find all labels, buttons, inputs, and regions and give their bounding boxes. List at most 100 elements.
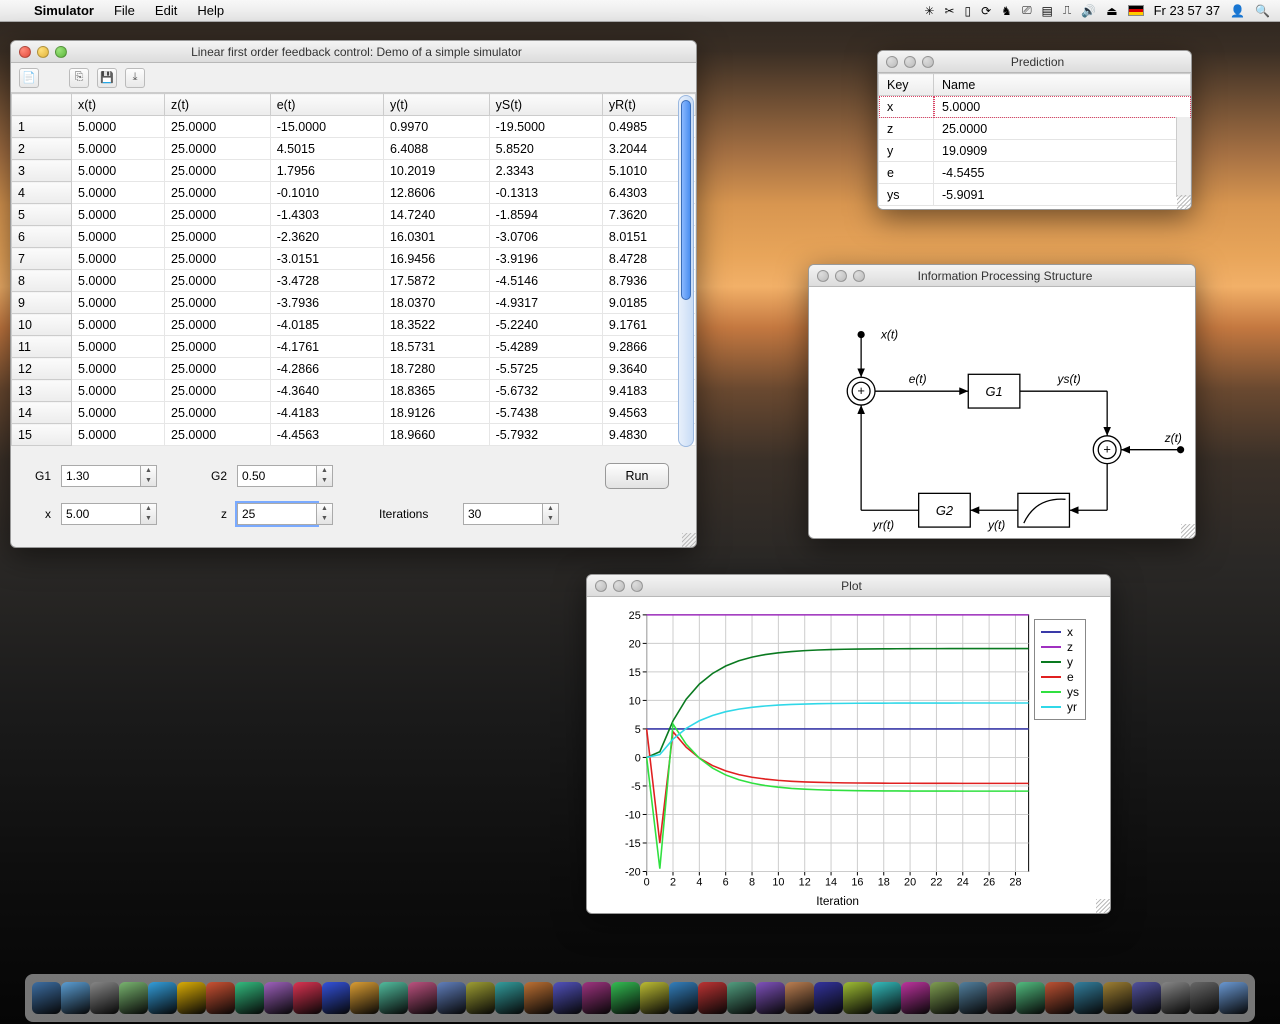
vertical-scrollbar[interactable]	[1176, 117, 1190, 197]
dock-app-icon[interactable]	[1074, 982, 1103, 1014]
menu-help[interactable]: Help	[187, 3, 234, 18]
titlebar[interactable]: Information Processing Structure	[809, 265, 1195, 287]
menuextra-icon[interactable]: ▤	[1042, 4, 1053, 18]
column-header[interactable]: yS(t)	[489, 94, 602, 116]
export-button[interactable]: ⤓	[125, 68, 145, 88]
user-icon[interactable]: 👤	[1230, 4, 1245, 18]
minimize-button[interactable]	[37, 46, 49, 58]
zoom-button[interactable]	[853, 270, 865, 282]
table-row[interactable]: 115.000025.0000-4.176118.5731-5.42899.28…	[12, 336, 696, 358]
dock-app-icon[interactable]	[727, 982, 756, 1014]
dock-app-icon[interactable]	[611, 982, 640, 1014]
app-menu[interactable]: Simulator	[24, 3, 104, 18]
table-row[interactable]: z25.0000	[879, 118, 1191, 140]
column-header[interactable]: z(t)	[165, 94, 271, 116]
dock-app-icon[interactable]	[1161, 982, 1190, 1014]
dock-app-icon[interactable]	[466, 982, 495, 1014]
column-header[interactable]: e(t)	[270, 94, 383, 116]
table-row[interactable]: 85.000025.0000-3.472817.5872-4.51468.793…	[12, 270, 696, 292]
dock-app-icon[interactable]	[843, 982, 872, 1014]
dock-app-icon[interactable]	[495, 982, 524, 1014]
dock-app-icon[interactable]	[640, 982, 669, 1014]
column-header[interactable]: x(t)	[72, 94, 165, 116]
dock-app-icon[interactable]	[437, 982, 466, 1014]
table-row[interactable]: ys-5.9091	[879, 184, 1191, 206]
g2-input[interactable]	[237, 465, 317, 487]
table-row[interactable]: 125.000025.0000-4.286618.7280-5.57259.36…	[12, 358, 696, 380]
dock-app-icon[interactable]	[987, 982, 1016, 1014]
dock-app-icon[interactable]	[322, 982, 351, 1014]
menuextra-icon[interactable]: ✂	[944, 4, 954, 18]
resize-handle[interactable]	[1177, 195, 1191, 209]
column-header[interactable]: y(t)	[383, 94, 489, 116]
menuextra-icon[interactable]: ⎍	[1063, 3, 1071, 18]
input-flag-icon[interactable]	[1128, 5, 1144, 16]
dock-app-icon[interactable]	[698, 982, 727, 1014]
table-row[interactable]: 105.000025.0000-4.018518.3522-5.22409.17…	[12, 314, 696, 336]
menuextra-icon[interactable]: ⟳	[981, 4, 991, 18]
dock-app-icon[interactable]	[177, 982, 206, 1014]
table-row[interactable]: 45.000025.0000-0.101012.8606-0.13136.430…	[12, 182, 696, 204]
menuextra-icon[interactable]: ⎚	[1022, 3, 1032, 18]
save-button[interactable]: 💾	[97, 68, 117, 88]
dock-app-icon[interactable]	[32, 982, 61, 1014]
table-row[interactable]: y19.0909	[879, 140, 1191, 162]
dock-app-icon[interactable]	[872, 982, 901, 1014]
iterations-input[interactable]	[463, 503, 543, 525]
minimize-button[interactable]	[904, 56, 916, 68]
menuextra-icon[interactable]: ✳	[924, 4, 934, 18]
eject-icon[interactable]: ⏏	[1106, 4, 1117, 18]
resize-handle[interactable]	[1096, 899, 1110, 913]
dock-app-icon[interactable]	[408, 982, 437, 1014]
minimize-button[interactable]	[835, 270, 847, 282]
dock-app-icon[interactable]	[61, 982, 90, 1014]
table-row[interactable]: 65.000025.0000-2.362016.0301-3.07068.015…	[12, 226, 696, 248]
menuextra-icon[interactable]: ▯	[965, 4, 972, 18]
x-stepper[interactable]: ▲▼	[141, 503, 157, 525]
zoom-button[interactable]	[55, 46, 67, 58]
new-doc-button[interactable]: 📄	[19, 68, 39, 88]
titlebar[interactable]: Plot	[587, 575, 1110, 597]
table-row[interactable]: 145.000025.0000-4.418318.9126-5.74389.45…	[12, 402, 696, 424]
dock-app-icon[interactable]	[293, 982, 322, 1014]
volume-icon[interactable]: 🔊	[1081, 4, 1096, 18]
dock-app-icon[interactable]	[1132, 982, 1161, 1014]
z-stepper[interactable]: ▲▼	[317, 503, 333, 525]
dock-app-icon[interactable]	[1016, 982, 1045, 1014]
menu-file[interactable]: File	[104, 3, 145, 18]
dock-app-icon[interactable]	[350, 982, 379, 1014]
iterations-stepper[interactable]: ▲▼	[543, 503, 559, 525]
dock-app-icon[interactable]	[669, 982, 698, 1014]
x-input[interactable]	[61, 503, 141, 525]
vertical-scrollbar[interactable]	[678, 95, 694, 447]
g2-stepper[interactable]: ▲▼	[317, 465, 333, 487]
table-row[interactable]: 75.000025.0000-3.015116.9456-3.91968.472…	[12, 248, 696, 270]
dock-app-icon[interactable]	[1045, 982, 1074, 1014]
close-button[interactable]	[886, 56, 898, 68]
zoom-button[interactable]	[631, 580, 643, 592]
dock-app-icon[interactable]	[756, 982, 785, 1014]
column-header[interactable]: Key	[879, 74, 934, 96]
table-row[interactable]: 135.000025.0000-4.364018.8365-5.67329.41…	[12, 380, 696, 402]
dock-app-icon[interactable]	[785, 982, 814, 1014]
menuextra-icon[interactable]: ♞	[1001, 4, 1012, 18]
zoom-button[interactable]	[922, 56, 934, 68]
titlebar[interactable]: Prediction	[878, 51, 1191, 73]
table-row[interactable]: 95.000025.0000-3.793618.0370-4.93179.018…	[12, 292, 696, 314]
dock-app-icon[interactable]	[119, 982, 148, 1014]
dock-app-icon[interactable]	[1219, 982, 1248, 1014]
g1-input[interactable]	[61, 465, 141, 487]
dock-app-icon[interactable]	[206, 982, 235, 1014]
dock-app-icon[interactable]	[901, 982, 930, 1014]
dock-app-icon[interactable]	[379, 982, 408, 1014]
menu-edit[interactable]: Edit	[145, 3, 187, 18]
g1-stepper[interactable]: ▲▼	[141, 465, 157, 487]
dock-app-icon[interactable]	[814, 982, 843, 1014]
table-row[interactable]: 15.000025.0000-15.00000.9970-19.50000.49…	[12, 116, 696, 138]
dock-app-icon[interactable]	[959, 982, 988, 1014]
table-row[interactable]: 25.000025.00004.50156.40885.85203.2044	[12, 138, 696, 160]
titlebar[interactable]: Linear first order feedback control: Dem…	[11, 41, 696, 63]
table-row[interactable]: e-4.5455	[879, 162, 1191, 184]
minimize-button[interactable]	[613, 580, 625, 592]
resize-handle[interactable]	[1181, 524, 1195, 538]
